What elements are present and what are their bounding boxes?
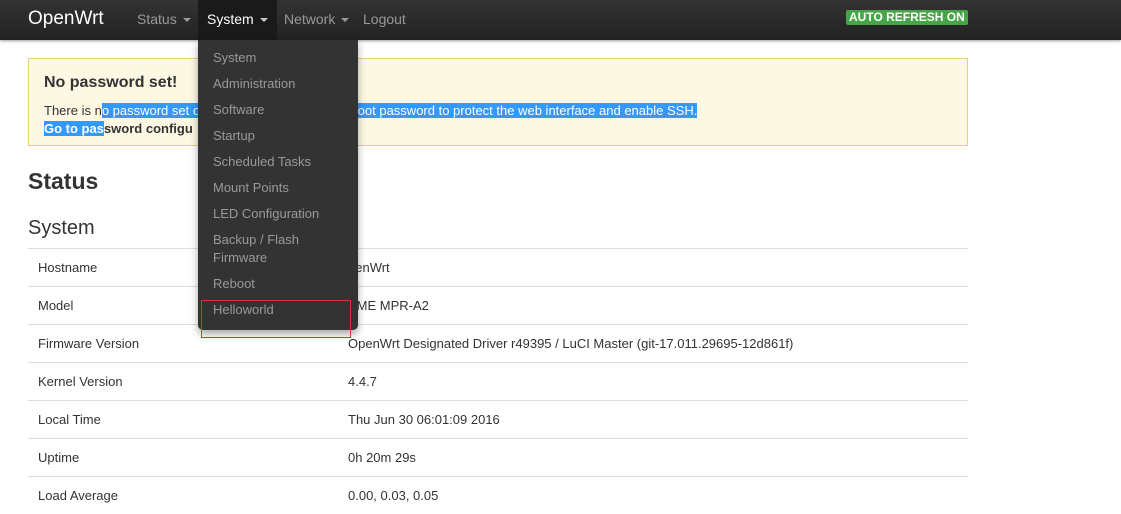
table-row: Load Average 0.00, 0.03, 0.05 [28,476,968,514]
system-dropdown-menu: System Administration Software Startup S… [198,40,358,330]
row-key: Hostname [38,260,98,275]
alert-title: No password set! [44,74,178,91]
menu-item-software[interactable]: Software [213,101,343,119]
row-value: 0h 20m 29s [348,450,416,465]
menu-item-reboot[interactable]: Reboot [213,275,343,293]
auto-refresh-toggle[interactable]: AUTO REFRESH ON [846,10,968,25]
top-navbar: OpenWrt Status System Network Logout AUT… [0,0,1121,40]
menu-item-startup[interactable]: Startup [213,127,343,145]
menu-item-backup-flash[interactable]: Backup / Flash Firmware [213,231,343,267]
nav-status-menu[interactable]: Status [128,0,200,40]
alert-message: There is no password set o ure a root pas… [44,103,698,118]
nav-logout-link[interactable]: Logout [354,0,415,40]
alert-text-start: There is n [44,103,102,118]
table-row: Uptime 0h 20m 29s [28,438,968,476]
table-row: Firmware Version OpenWrt Designated Driv… [28,324,968,362]
nav-network-label: Network [284,11,336,27]
page-title: Status [28,168,99,194]
table-row: Local Time Thu Jun 30 06:01:09 2016 [28,400,968,438]
nav-system-menu[interactable]: System [198,0,277,40]
row-key: Model [38,298,74,313]
link-text-selected: Go to pas [44,121,104,136]
no-password-alert: No password set! There is no password se… [28,58,968,146]
alert-text-selected: o password set o [101,103,201,118]
row-value: AME MPR-A2 [348,298,429,313]
row-key: Local Time [38,412,101,427]
table-row: Model AME MPR-A2 [28,286,968,324]
nav-logout-label: Logout [363,11,406,27]
password-config-link[interactable]: Go to password configu [44,121,193,136]
row-key: Firmware Version [38,336,140,351]
section-title: System [28,217,95,239]
nav-network-menu[interactable]: Network [275,0,358,40]
menu-item-scheduled-tasks[interactable]: Scheduled Tasks [213,153,343,171]
row-value: 0.00, 0.03, 0.05 [348,488,439,503]
menu-item-system[interactable]: System [213,49,343,67]
nav-system-label: System [207,11,254,27]
row-key: Kernel Version [38,374,123,389]
menu-item-mount-points[interactable]: Mount Points [213,179,343,197]
row-value: OpenWrt Designated Driver r49395 / LuCI … [348,336,794,351]
brand-logo[interactable]: OpenWrt [28,8,104,30]
row-value: 4.4.7 [348,374,377,389]
alert-text-selected-end: ure a root password to protect the web i… [320,103,698,118]
menu-item-led-configuration[interactable]: LED Configuration [213,205,343,223]
row-key: Load Average [38,488,118,503]
link-text-rest: sword configu [103,121,193,136]
table-row: Hostname penWrt [28,248,968,286]
caret-down-icon [341,18,350,23]
row-key: Uptime [38,450,80,465]
caret-down-icon [259,18,268,23]
table-row: Kernel Version 4.4.7 [28,362,968,400]
nav-status-label: Status [137,11,177,27]
row-value: Thu Jun 30 06:01:09 2016 [348,412,500,427]
menu-item-helloworld[interactable]: Helloworld [213,301,343,319]
caret-down-icon [182,18,191,23]
system-info-table: Hostname penWrt Model AME MPR-A2 Firmwar… [28,248,968,514]
menu-item-administration[interactable]: Administration [213,75,343,93]
